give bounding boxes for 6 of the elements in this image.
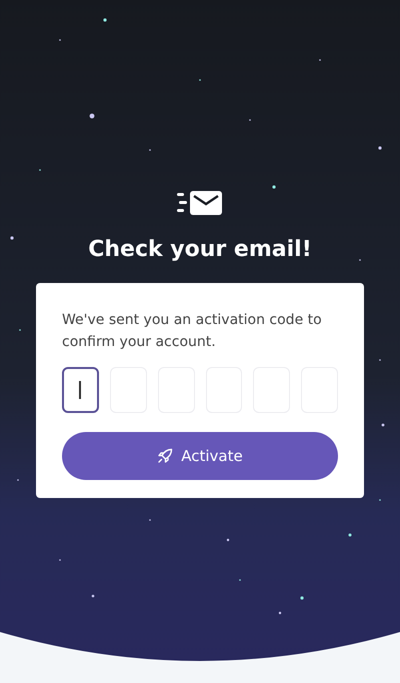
page-title: Check your email! (88, 236, 312, 264)
activation-message: We've sent you an activation code to confirm your account. (62, 311, 323, 352)
rocket-icon (157, 448, 174, 464)
email-icon (177, 190, 223, 216)
code-input-field[interactable] (62, 367, 99, 413)
activate-button[interactable]: Activate (62, 432, 338, 480)
